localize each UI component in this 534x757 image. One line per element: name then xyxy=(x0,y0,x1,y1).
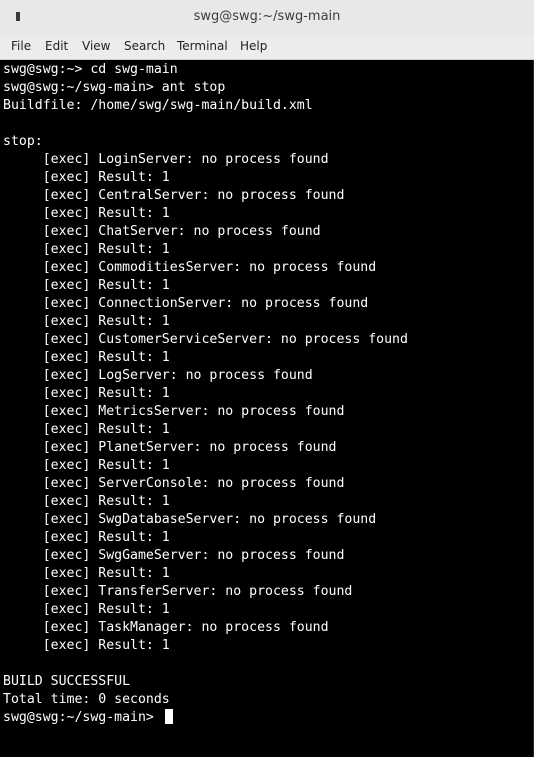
menu-help[interactable]: Help xyxy=(240,39,267,53)
terminal-line: [exec] TransferServer: no process found xyxy=(3,584,353,599)
terminal-line: [exec] ConnectionServer: no process foun… xyxy=(3,296,369,311)
prompt-line[interactable]: swg@swg:~/swg-main> xyxy=(3,709,408,727)
terminal-line: [exec] Result: 1 xyxy=(3,458,170,473)
terminal-line: [exec] CommoditiesServer: no process fou… xyxy=(3,260,377,275)
terminal-line: swg@swg:~/swg-main> ant stop xyxy=(3,80,226,95)
terminal-line: [exec] MetricsServer: no process found xyxy=(3,404,345,419)
terminal-output-area[interactable]: swg@swg:~> cd swg-main swg@swg:~/swg-main… xyxy=(0,60,534,757)
terminal-line: [exec] CustomerServiceServer: no process… xyxy=(3,332,408,347)
menu-bar: File Edit View Search Terminal Help xyxy=(0,36,534,60)
terminal-line: [exec] Result: 1 xyxy=(3,386,170,401)
terminal-line: [exec] SwgGameServer: no process found xyxy=(3,548,345,563)
terminal-line: [exec] LogServer: no process found xyxy=(3,368,313,383)
terminal-line: [exec] Result: 1 xyxy=(3,602,170,617)
terminal-line: [exec] Result: 1 xyxy=(3,566,170,581)
terminal-line: [exec] ServerConsole: no process found xyxy=(3,476,345,491)
terminal-line: [exec] PlanetServer: no process found xyxy=(3,440,337,455)
terminal-lines: swg@swg:~> cd swg-main swg@swg:~/swg-main… xyxy=(3,61,408,727)
terminal-line: swg@swg:~> cd swg-main xyxy=(3,62,178,77)
terminal-line: [exec] CentralServer: no process found xyxy=(3,188,345,203)
menu-terminal[interactable]: Terminal xyxy=(177,39,228,53)
terminal-line: [exec] Result: 1 xyxy=(3,242,170,257)
terminal-line: BUILD SUCCESSFUL xyxy=(3,674,131,689)
terminal-line: [exec] Result: 1 xyxy=(3,422,170,437)
shell-prompt: swg@swg:~/swg-main> xyxy=(3,710,162,725)
menu-view[interactable]: View xyxy=(82,39,110,53)
title-bar[interactable]: swg@swg:~/swg-main xyxy=(0,0,534,36)
terminal-line: Buildfile: /home/swg/swg-main/build.xml xyxy=(3,98,313,113)
terminal-line: Total time: 0 seconds xyxy=(3,692,170,707)
terminal-line: [exec] ChatServer: no process found xyxy=(3,224,321,239)
menu-file[interactable]: File xyxy=(11,39,31,53)
terminal-line: [exec] Result: 1 xyxy=(3,170,170,185)
terminal-line: [exec] Result: 1 xyxy=(3,350,170,365)
terminal-line: [exec] LoginServer: no process found xyxy=(3,152,329,167)
terminal-line: [exec] Result: 1 xyxy=(3,314,170,329)
terminal-line: stop: xyxy=(3,134,43,149)
text-cursor xyxy=(164,709,173,724)
terminal-line: [exec] Result: 1 xyxy=(3,530,170,545)
terminal-line: [exec] Result: 1 xyxy=(3,494,170,509)
terminal-line: [exec] Result: 1 xyxy=(3,278,170,293)
menu-search[interactable]: Search xyxy=(124,39,165,53)
window-title: swg@swg:~/swg-main xyxy=(193,9,341,24)
terminal-line: [exec] SwgDatabaseServer: no process fou… xyxy=(3,512,377,527)
terminal-window: swg@swg:~/swg-main File Edit View Search… xyxy=(0,0,534,757)
terminal-line: [exec] TaskManager: no process found xyxy=(3,620,329,635)
terminal-line: [exec] Result: 1 xyxy=(3,638,170,653)
terminal-line: [exec] Result: 1 xyxy=(3,206,170,221)
menu-edit[interactable]: Edit xyxy=(45,39,68,53)
